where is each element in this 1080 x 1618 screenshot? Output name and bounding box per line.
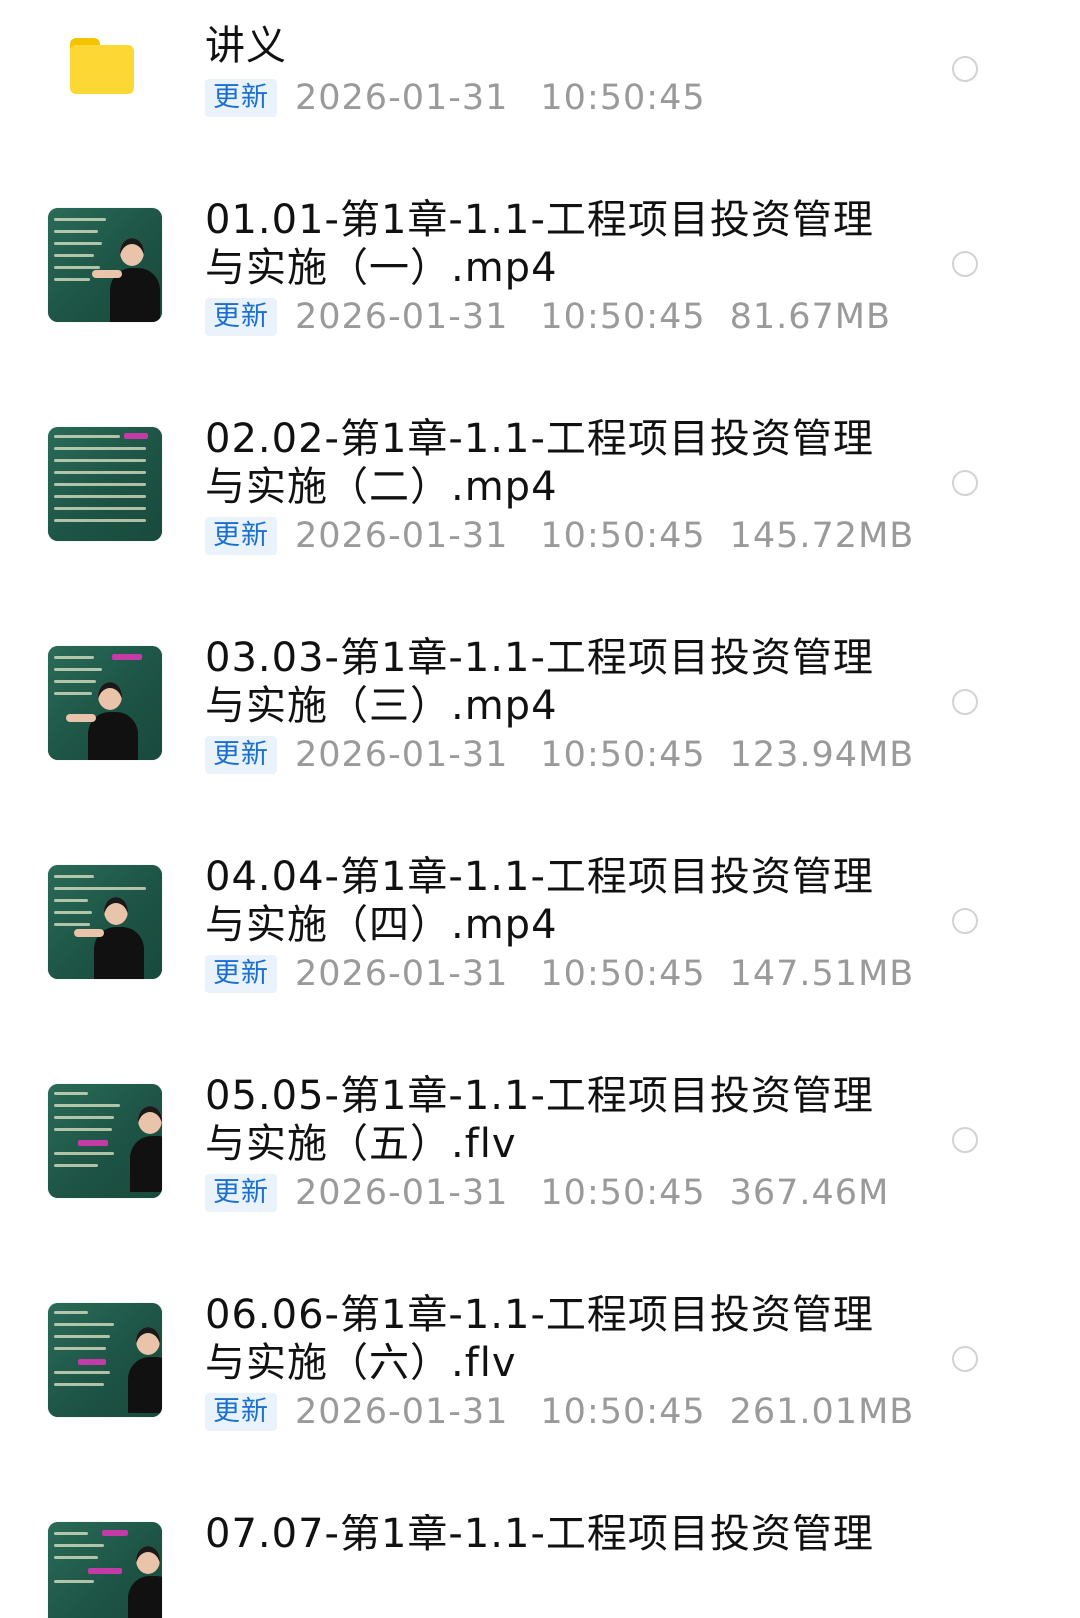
select-radio-icon[interactable] (952, 56, 978, 82)
update-badge: 更新 (205, 298, 277, 336)
file-date: 2026-01-31 (295, 735, 509, 775)
file-row-video[interactable]: 02.02-第1章-1.1-工程项目投资管理 与实施（二）.mp4 更新 202… (0, 416, 1080, 639)
file-row-video[interactable]: 06.06-第1章-1.1-工程项目投资管理 与实施（六）.flv 更新 202… (0, 1292, 1080, 1515)
video-thumbnail (48, 865, 162, 979)
folder-icon (70, 38, 134, 94)
file-size: 81.67MB (729, 297, 892, 337)
file-name-line2: 与实施（四）.mp4 (205, 902, 558, 948)
video-thumbnail (48, 646, 162, 760)
file-size: 147.51MB (729, 954, 915, 994)
file-name-line1: 04.04-第1章-1.1-工程项目投资管理 (205, 854, 874, 900)
video-thumbnail (48, 208, 162, 322)
file-time: 10:50:45 (540, 735, 706, 775)
file-row-video[interactable]: 05.05-第1章-1.1-工程项目投资管理 与实施（五）.flv 更新 202… (0, 1073, 1080, 1296)
file-time: 10:50:45 (540, 954, 706, 994)
file-date: 2026-01-31 (295, 1173, 509, 1213)
file-time: 10:50:45 (540, 516, 706, 556)
video-thumbnail (48, 1303, 162, 1417)
file-meta: 更新 2026-01-31 10:50:45 367.46M (205, 1173, 889, 1213)
video-thumbnail (48, 427, 162, 541)
file-name-line2: 与实施（二）.mp4 (205, 464, 558, 510)
file-name-line2: 与实施（六）.flv (205, 1340, 517, 1386)
file-name-line1: 01.01-第1章-1.1-工程项目投资管理 (205, 197, 874, 243)
file-meta: 更新 2026-01-31 10:50:45 123.94MB (205, 735, 914, 775)
select-radio-icon[interactable] (952, 1346, 978, 1372)
file-time: 10:50:45 (540, 78, 706, 118)
update-badge: 更新 (205, 79, 277, 117)
select-radio-icon[interactable] (952, 689, 978, 715)
update-badge: 更新 (205, 955, 277, 993)
file-name-line1: 02.02-第1章-1.1-工程项目投资管理 (205, 416, 874, 462)
file-name-line1: 07.07-第1章-1.1-工程项目投资管理 (205, 1514, 874, 1557)
file-date: 2026-01-31 (295, 78, 509, 118)
file-name: 讲义 (205, 23, 287, 69)
file-row-video[interactable]: 04.04-第1章-1.1-工程项目投资管理 与实施（四）.mp4 更新 202… (0, 854, 1080, 1077)
file-time: 10:50:45 (540, 1392, 706, 1432)
file-row-folder[interactable]: 讲义 更新 2026-01-31 10:50:45 (0, 0, 1080, 220)
file-size: 145.72MB (729, 516, 915, 556)
file-time: 10:50:45 (540, 297, 706, 337)
file-name-line1: 03.03-第1章-1.1-工程项目投资管理 (205, 635, 874, 681)
file-size: 123.94MB (729, 735, 915, 775)
update-badge: 更新 (205, 736, 277, 774)
update-badge: 更新 (205, 1174, 277, 1212)
file-date: 2026-01-31 (295, 1392, 509, 1432)
file-meta: 更新 2026-01-31 10:50:45 261.01MB (205, 1392, 914, 1432)
update-badge: 更新 (205, 517, 277, 555)
file-meta: 更新 2026-01-31 10:50:45 81.67MB (205, 297, 891, 337)
file-list: 讲义 更新 2026-01-31 10:50:45 01.01-第1章-1.1-… (0, 0, 1080, 1618)
select-radio-icon[interactable] (952, 251, 978, 277)
file-name-line2: 与实施（三）.mp4 (205, 683, 558, 729)
file-name-line1: 06.06-第1章-1.1-工程项目投资管理 (205, 1292, 874, 1338)
file-date: 2026-01-31 (295, 954, 509, 994)
update-badge: 更新 (205, 1393, 277, 1431)
file-meta: 更新 2026-01-31 10:50:45 147.51MB (205, 954, 914, 994)
file-time: 10:50:45 (540, 1173, 706, 1213)
file-row-video[interactable]: 07.07-第1章-1.1-工程项目投资管理 (0, 1514, 1080, 1618)
file-name-line2: 与实施（五）.flv (205, 1121, 517, 1167)
file-row-video[interactable]: 03.03-第1章-1.1-工程项目投资管理 与实施（三）.mp4 更新 202… (0, 635, 1080, 858)
file-name-line1: 05.05-第1章-1.1-工程项目投资管理 (205, 1073, 874, 1119)
select-radio-icon[interactable] (952, 908, 978, 934)
file-name-line2: 与实施（一）.mp4 (205, 245, 558, 291)
select-radio-icon[interactable] (952, 1127, 978, 1153)
file-date: 2026-01-31 (295, 516, 509, 556)
file-size: 367.46M (729, 1173, 890, 1213)
file-row-video[interactable]: 01.01-第1章-1.1-工程项目投资管理 与实施（一）.mp4 更新 202… (0, 197, 1080, 420)
video-thumbnail (48, 1084, 162, 1198)
file-date: 2026-01-31 (295, 297, 509, 337)
file-meta: 更新 2026-01-31 10:50:45 145.72MB (205, 516, 914, 556)
select-radio-icon[interactable] (952, 470, 978, 496)
file-size: 261.01MB (729, 1392, 915, 1432)
video-thumbnail (48, 1522, 162, 1618)
file-meta: 更新 2026-01-31 10:50:45 (205, 78, 738, 118)
